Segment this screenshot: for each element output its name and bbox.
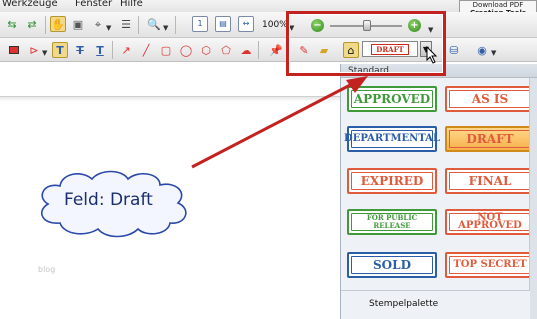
callout-label: Feld: Draft [64, 190, 153, 210]
toolbar-separator [138, 16, 139, 34]
tooltip-line1: Download PDF [472, 1, 524, 9]
stamp-item[interactable]: AS IS [445, 86, 535, 112]
stamp-label: TOP SECRET [453, 259, 527, 270]
sound-icon[interactable]: ◉ [474, 42, 490, 58]
highlight-box [286, 11, 446, 76]
pushpin-icon[interactable]: 📌 [268, 42, 284, 58]
stamp-label: EXPIRED [360, 174, 424, 188]
select-tool-icon[interactable]: ⌖ [90, 16, 106, 32]
menu-bar: Werkzeuge Fenster Hilfe [0, 0, 537, 12]
stamp-label: APPROVED [353, 92, 431, 106]
stamp-label: FOR PUBLIC RELEASE [366, 213, 418, 230]
stamp-label: DEPARTMENTAL [344, 133, 440, 144]
nav-back-icon[interactable]: ⇆ [4, 16, 20, 32]
rectangle-tool-icon[interactable]: ▢ [158, 42, 174, 58]
chevron-down-icon[interactable]: ▼ [106, 24, 111, 32]
cloud-tool-icon[interactable]: ☁ [238, 42, 254, 58]
page-edge [0, 96, 343, 102]
chevron-down-icon[interactable]: ▼ [163, 24, 168, 32]
stamp-label: FINAL [468, 174, 512, 188]
highlight-text-icon[interactable]: T [52, 42, 68, 58]
cursor-icon [426, 46, 438, 64]
snapshot-icon[interactable]: ▣ [70, 16, 86, 32]
stamp-item[interactable]: TOP SECRET [445, 252, 535, 278]
toolbar-comment: ⊳ ▼ T T T ↗ ╱ ▢ ◯ ⬡ ⬠ ☁ 📌 ✎ ▰ ⌂ ⛁ ◉ ▼ [0, 38, 537, 62]
polygon-tool-icon[interactable]: ⬡ [198, 42, 214, 58]
palette-footer[interactable]: Stempelpalette [341, 290, 530, 319]
attach-file-icon[interactable]: ⛁ [446, 42, 462, 58]
stamp-item[interactable]: EXPIRED [347, 168, 437, 194]
comment-tool-icon[interactable]: ⊳ [26, 42, 42, 58]
fit-width-icon[interactable]: ↔ [238, 16, 254, 32]
sticky-note-icon[interactable] [6, 42, 22, 58]
stamp-label: SOLD [373, 258, 411, 272]
stamp-item[interactable]: APPROVED [347, 86, 437, 112]
stamp-item[interactable]: FINAL [445, 168, 535, 194]
stamp-label: DRAFT [466, 132, 514, 146]
actual-size-icon[interactable]: 1 [192, 16, 208, 32]
toolbar-top: ⇆ ⇄ ✋ ▣ ⌖ ▼ ☰ 🔍 ▼ 1 ▤ ↔ 100% ▼ [0, 12, 537, 38]
hand-tool-icon[interactable]: ✋ [50, 16, 66, 32]
underline-icon[interactable]: T [92, 42, 108, 58]
zoom-value[interactable]: 100% [262, 20, 288, 30]
chevron-down-icon[interactable]: ▼ [491, 49, 496, 57]
fit-page-icon[interactable]: ▤ [215, 16, 231, 32]
palette-footer-label: Stempelpalette [369, 299, 439, 309]
select-text-icon[interactable]: ☰ [118, 16, 134, 32]
stamp-label: AS IS [471, 92, 509, 106]
stamp-item[interactable]: DEPARTMENTAL [344, 126, 440, 152]
stamp-palette: Standard APPROVED AS IS DEPARTMENTAL DRAFT E… [340, 64, 537, 319]
stamp-item[interactable]: FOR PUBLIC RELEASE [347, 209, 437, 235]
zoom-icon[interactable]: 🔍 [146, 16, 162, 32]
strikeout-icon[interactable]: T [72, 42, 88, 58]
menu-hilfe[interactable]: Hilfe [120, 0, 143, 9]
toolbar-separator [258, 41, 259, 59]
stamp-label: NOT APPROVED [458, 212, 522, 231]
stamp-item[interactable]: SOLD [347, 252, 437, 278]
stamp-item[interactable]: NOT APPROVED [445, 209, 535, 235]
pentagon-tool-icon[interactable]: ⬠ [218, 42, 234, 58]
toolbar-separator [45, 16, 46, 34]
toolbar-separator [112, 41, 113, 59]
watermark: blog [38, 265, 56, 274]
nav-forward-icon[interactable]: ⇄ [24, 16, 40, 32]
line-tool-icon[interactable]: ╱ [138, 42, 154, 58]
ellipse-tool-icon[interactable]: ◯ [178, 42, 194, 58]
menu-fenster[interactable]: Fenster [75, 0, 112, 9]
palette-scrollbar[interactable] [529, 78, 537, 319]
chevron-down-icon[interactable]: ▼ [42, 49, 47, 57]
menu-werkzeuge[interactable]: Werkzeuge [2, 0, 58, 9]
stamp-item[interactable]: DRAFT [445, 126, 535, 152]
arrow-tool-icon[interactable]: ↗ [118, 42, 134, 58]
toolbar-separator [175, 16, 176, 34]
